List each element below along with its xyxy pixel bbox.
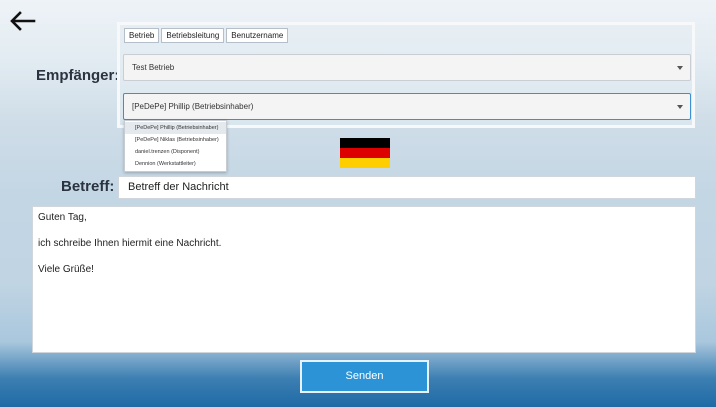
message-line: ich schreibe Ihnen hiermit eine Nachrich…: [38, 238, 222, 249]
person-dropdown-list: [PeDePe] Phillip (Betriebsinhaber) [PeDe…: [124, 120, 227, 172]
chevron-down-icon: [677, 104, 683, 109]
subject-label: Betreff:: [61, 178, 115, 195]
recipient-label: Empfänger:: [36, 67, 120, 84]
tab-betriebsleitung[interactable]: Betriebsleitung: [161, 28, 225, 43]
dropdown-option[interactable]: Dennion (Werkstattleiter): [125, 158, 226, 170]
german-flag-icon[interactable]: [340, 138, 390, 168]
person-select-value: [PeDePe] Phillip (Betriebsinhaber): [132, 102, 254, 111]
message-line: Viele Grüße!: [38, 264, 94, 275]
flag-stripe: [340, 158, 390, 168]
dropdown-option[interactable]: [PeDePe] Phillip (Betriebsinhaber): [125, 122, 226, 134]
person-select[interactable]: [PeDePe] Phillip (Betriebsinhaber): [123, 93, 691, 120]
message-line: Guten Tag,: [38, 212, 87, 223]
flag-stripe: [340, 148, 390, 158]
back-arrow-icon[interactable]: [8, 10, 36, 32]
chevron-down-icon: [677, 65, 683, 70]
message-textarea[interactable]: Guten Tag, ich schreibe Ihnen hiermit ei…: [32, 206, 696, 353]
flag-stripe: [340, 138, 390, 148]
betrieb-select[interactable]: Test Betrieb: [123, 54, 691, 81]
subject-input[interactable]: Betreff der Nachricht: [118, 176, 696, 199]
tab-betrieb[interactable]: Betrieb: [124, 28, 160, 43]
recipient-tabs: Betrieb Betriebsleitung Benutzername: [124, 28, 289, 43]
dropdown-option[interactable]: [PeDePe] Niklas (Betriebsinhaber): [125, 134, 226, 146]
dropdown-option[interactable]: daniel.trenzen (Disponent): [125, 146, 226, 158]
betrieb-select-value: Test Betrieb: [132, 63, 175, 72]
send-button[interactable]: Senden: [300, 360, 429, 393]
tab-benutzername[interactable]: Benutzername: [226, 28, 289, 43]
